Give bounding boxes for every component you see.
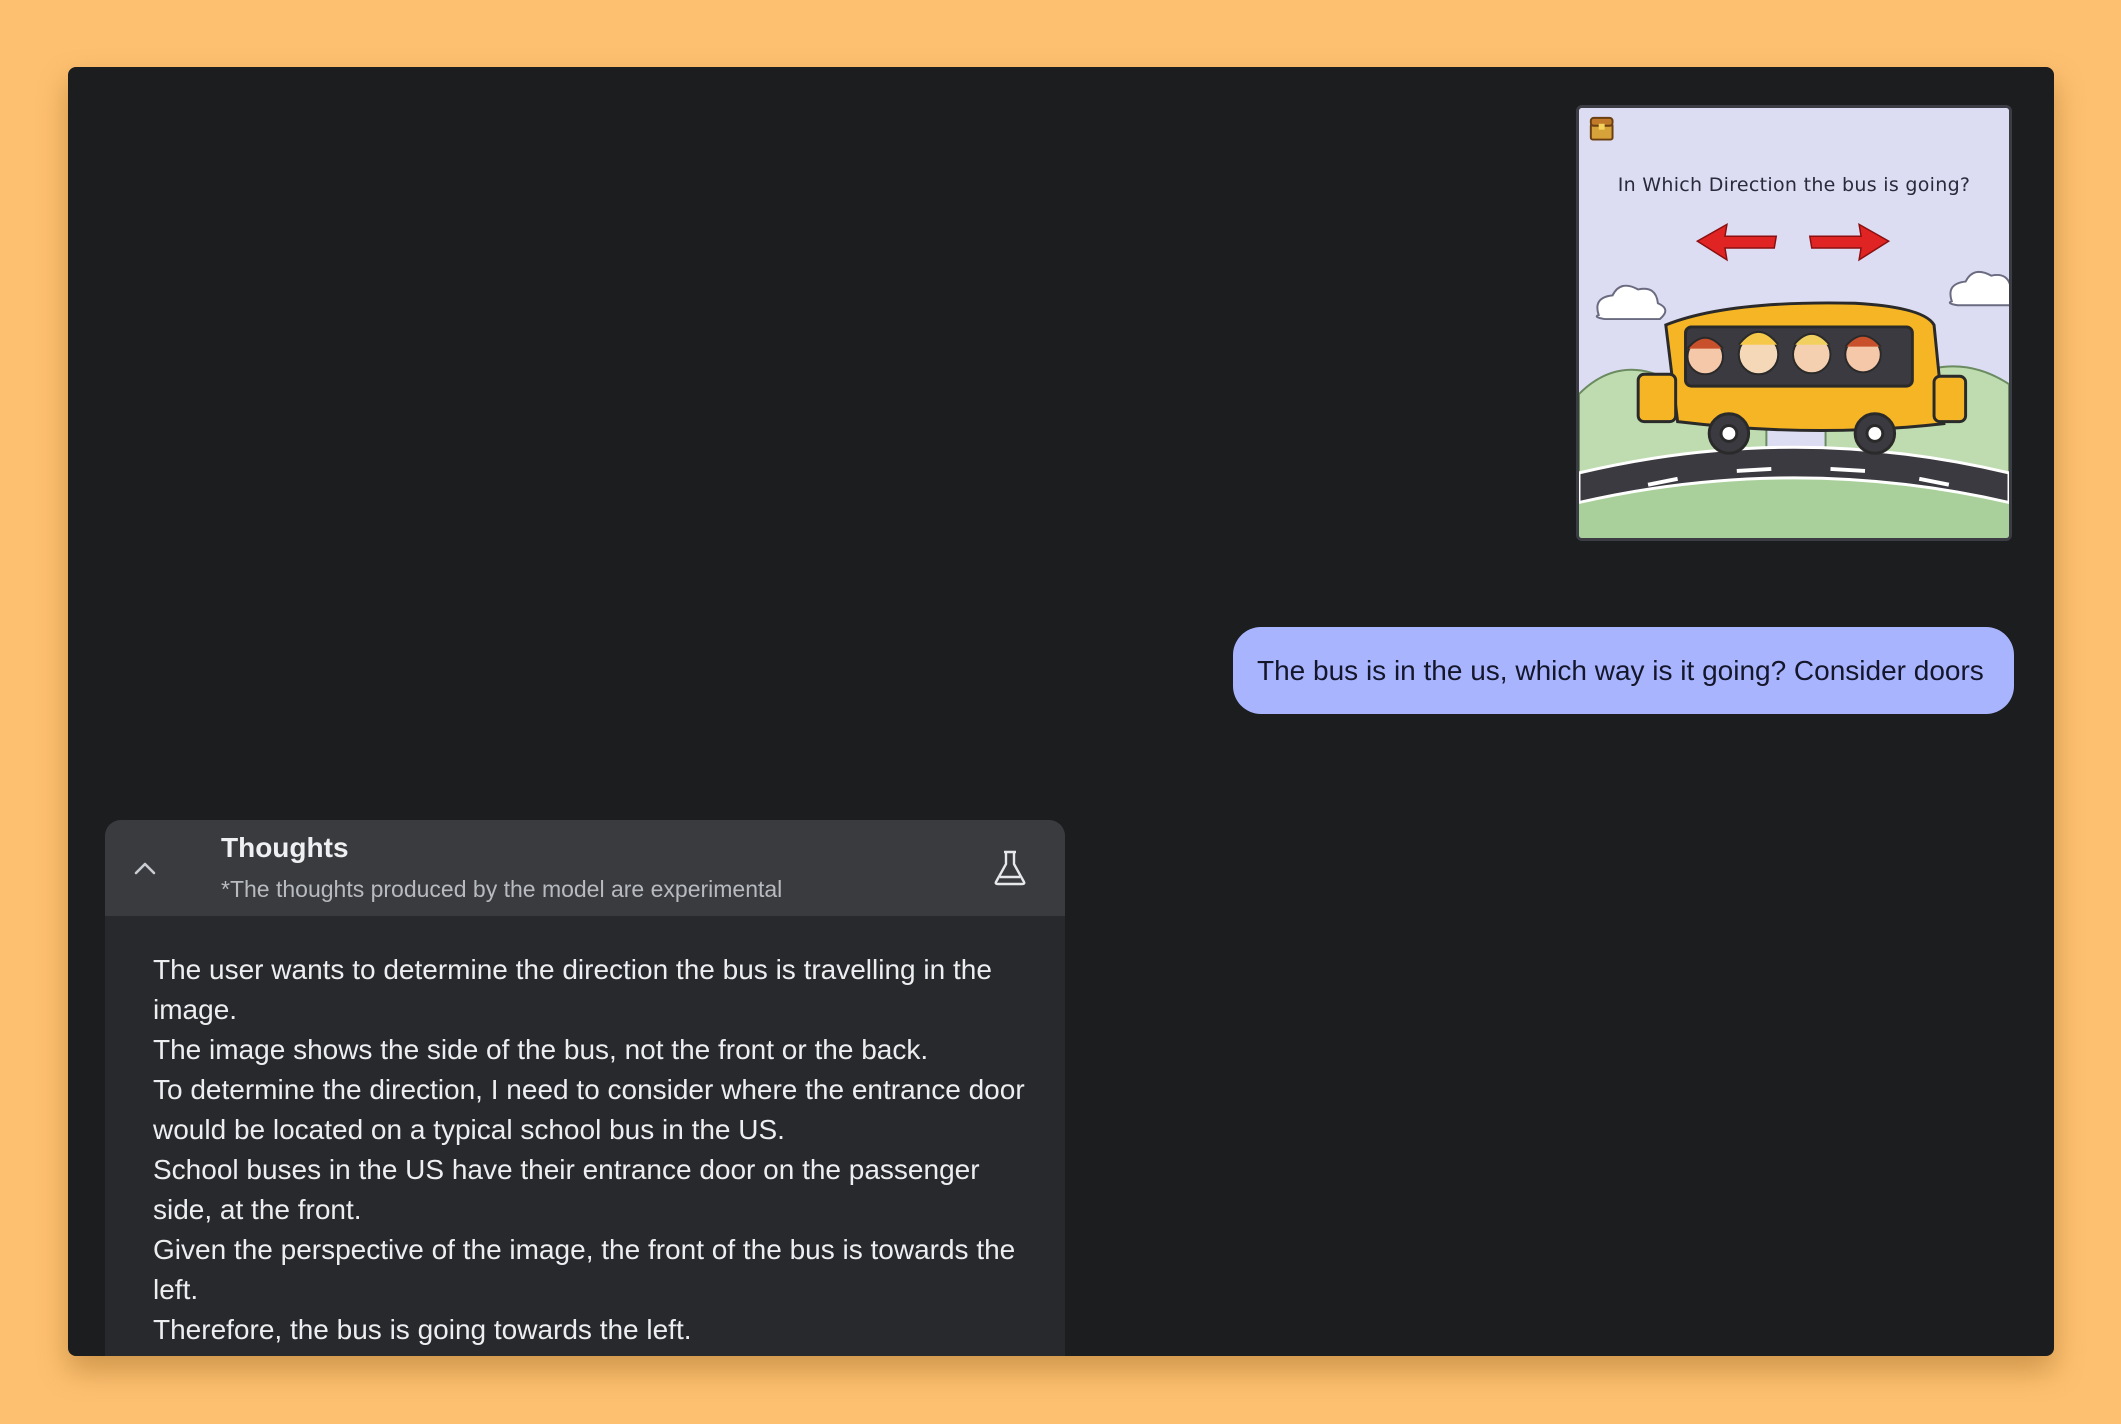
thoughts-body: The user wants to determine the directio… [153,950,1033,1350]
chevron-up-icon[interactable] [133,856,157,880]
thoughts-panel: Thoughts *The thoughts produced by the m… [105,820,1065,1356]
thoughts-subtitle: *The thoughts produced by the model are … [221,876,783,902]
flask-icon [994,850,1026,886]
thought-line: The image shows the side of the bus, not… [153,1034,929,1065]
chat-window: In Which Direction the bus is going? The… [68,67,2054,1356]
thought-line: School buses in the US have their entran… [153,1154,980,1225]
uploaded-image[interactable]: In Which Direction the bus is going? [1576,105,2012,541]
thought-line: The user wants to determine the directio… [153,954,992,1025]
thought-line: Therefore, the bus is going towards the … [153,1314,692,1345]
thoughts-header[interactable]: Thoughts *The thoughts produced by the m… [105,820,1065,916]
thoughts-title: Thoughts [221,832,349,863]
treasure-chest-icon [1589,116,1614,141]
bus-illustration [1579,108,2009,538]
user-message-bubble: The bus is in the us, which way is it go… [1233,627,2014,714]
image-title: In Which Direction the bus is going? [1617,174,1971,196]
user-message-text: The bus is in the us, which way is it go… [1257,654,1984,686]
thought-line: Given the perspective of the image, the … [153,1234,1016,1305]
thought-line: To determine the direction, I need to co… [153,1074,1025,1145]
